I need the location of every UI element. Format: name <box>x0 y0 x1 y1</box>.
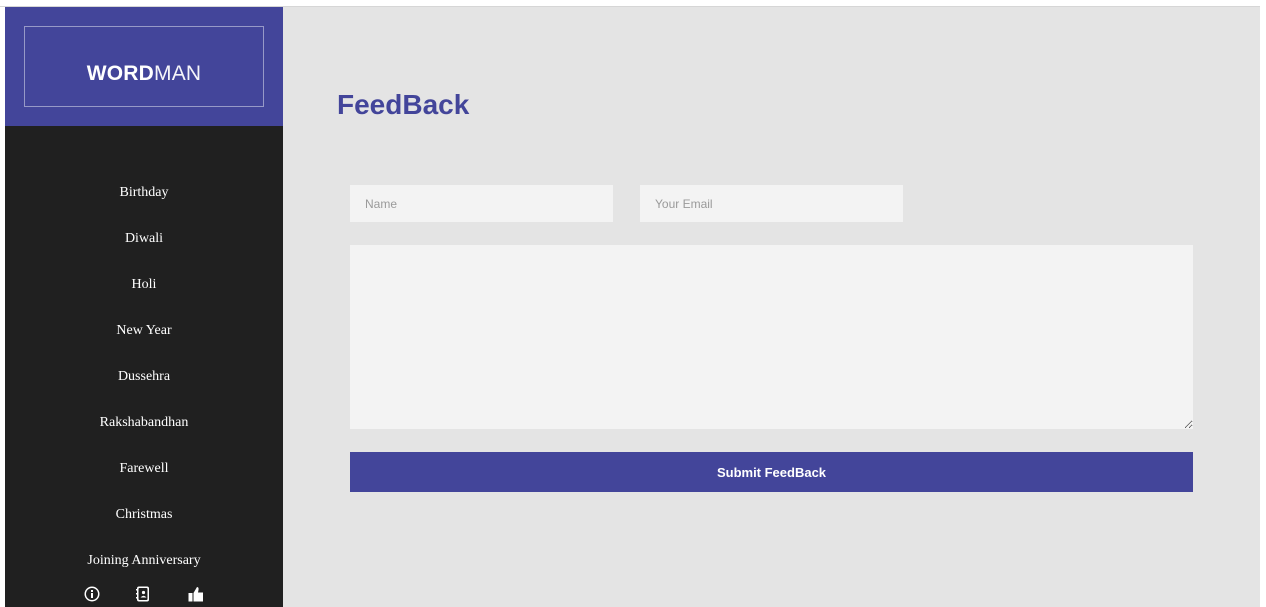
sidebar-nav: Birthday Diwali Holi New Year Dussehra R… <box>5 177 283 591</box>
thumbs-up-icon[interactable] <box>187 585 205 603</box>
brand-logo-bold: WORD <box>86 62 155 85</box>
main-content: FeedBack Submit FeedBack <box>283 7 1260 607</box>
sidebar-item-birthday[interactable]: Birthday <box>5 177 283 223</box>
feedback-textarea[interactable] <box>350 245 1193 429</box>
sidebar: WORDMAN Birthday Diwali Holi New Year Du… <box>5 7 283 607</box>
submit-feedback-button[interactable]: Submit FeedBack <box>350 452 1193 492</box>
info-icon[interactable] <box>83 585 101 603</box>
brand-logo-light: MAN <box>154 62 202 85</box>
name-input[interactable] <box>350 185 613 222</box>
brand-logo[interactable]: WORDMAN <box>5 62 283 86</box>
page-title: FeedBack <box>337 89 470 120</box>
brand-header: WORDMAN <box>5 7 283 126</box>
sidebar-item-rakshabandhan[interactable]: Rakshabandhan <box>5 407 283 453</box>
sidebar-item-dussehra[interactable]: Dussehra <box>5 361 283 407</box>
email-input[interactable] <box>640 185 903 222</box>
sidebar-item-new-year[interactable]: New Year <box>5 315 283 361</box>
contacts-icon[interactable] <box>134 585 152 603</box>
sidebar-item-christmas[interactable]: Christmas <box>5 499 283 545</box>
sidebar-item-holi[interactable]: Holi <box>5 269 283 315</box>
sidebar-item-farewell[interactable]: Farewell <box>5 453 283 499</box>
sidebar-item-diwali[interactable]: Diwali <box>5 223 283 269</box>
sidebar-footer-icons <box>5 582 283 607</box>
